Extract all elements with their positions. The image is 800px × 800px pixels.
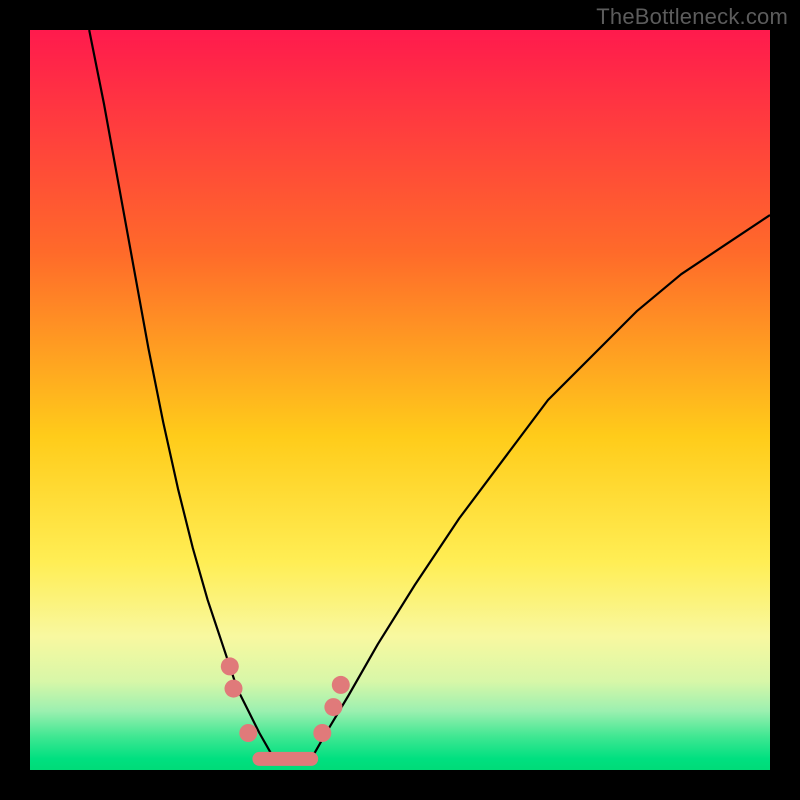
marker-5 <box>332 676 350 694</box>
outer-frame: TheBottleneck.com <box>0 0 800 800</box>
watermark-label: TheBottleneck.com <box>596 4 788 30</box>
gradient-background <box>30 30 770 770</box>
marker-0 <box>221 657 239 675</box>
plot-area <box>30 30 770 770</box>
chart-canvas <box>30 30 770 770</box>
marker-1 <box>225 680 243 698</box>
marker-2 <box>239 724 257 742</box>
marker-4 <box>324 698 342 716</box>
marker-3 <box>313 724 331 742</box>
